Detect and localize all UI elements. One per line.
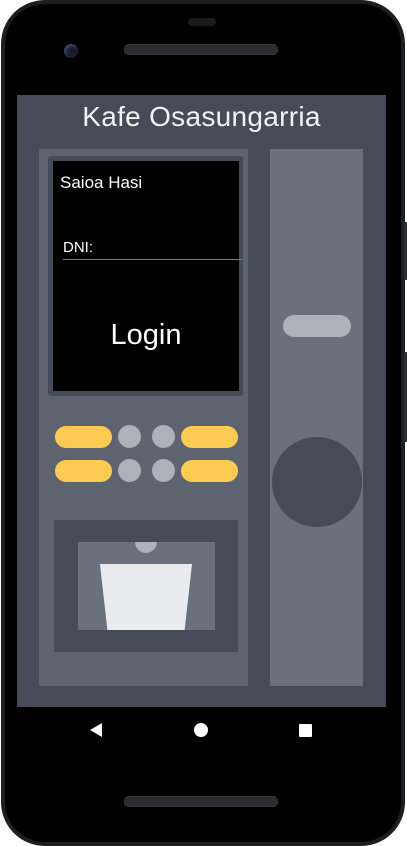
gray-dot-button: [118, 425, 141, 448]
machine-knob: [272, 437, 362, 527]
login-button[interactable]: Login: [53, 319, 239, 352]
yellow-button-bottom-left: [55, 460, 112, 482]
login-heading: Saioa Hasi: [60, 173, 143, 192]
front-camera: [64, 44, 78, 58]
dni-field[interactable]: DNI:: [63, 235, 243, 260]
cup-bay-inner: [78, 542, 215, 630]
gray-dot-button: [118, 459, 141, 482]
gray-dot-button: [152, 459, 175, 482]
gray-dot-button: [152, 425, 175, 448]
back-icon[interactable]: [90, 723, 102, 737]
top-sensor: [188, 18, 216, 26]
login-display: Saioa Hasi DNI: Login: [53, 161, 243, 391]
yellow-button-bottom-right: [181, 460, 238, 482]
yellow-button-top-right: [181, 426, 238, 448]
android-nav-bar: [0, 707, 407, 755]
cup-icon: [100, 564, 192, 630]
display-frame: Saioa Hasi DNI: Login: [48, 156, 243, 396]
earpiece-speaker: [124, 44, 278, 55]
coffee-nozzle: [135, 542, 157, 553]
coin-slot: [283, 315, 351, 337]
app-title: Kafe Osasungarria: [82, 101, 321, 132]
cup-bay: [54, 520, 238, 652]
app-screen: Kafe Osasungarria Saioa Hasi DNI: Login: [17, 95, 386, 707]
dni-label: DNI:: [63, 239, 93, 256]
coffee-machine-body: Saioa Hasi DNI: Login: [39, 149, 248, 686]
home-icon[interactable]: [194, 723, 208, 737]
yellow-button-top-left: [55, 426, 112, 448]
bottom-speaker: [124, 796, 278, 807]
coffee-machine-side-panel: [270, 149, 363, 686]
recent-apps-icon[interactable]: [299, 724, 312, 737]
